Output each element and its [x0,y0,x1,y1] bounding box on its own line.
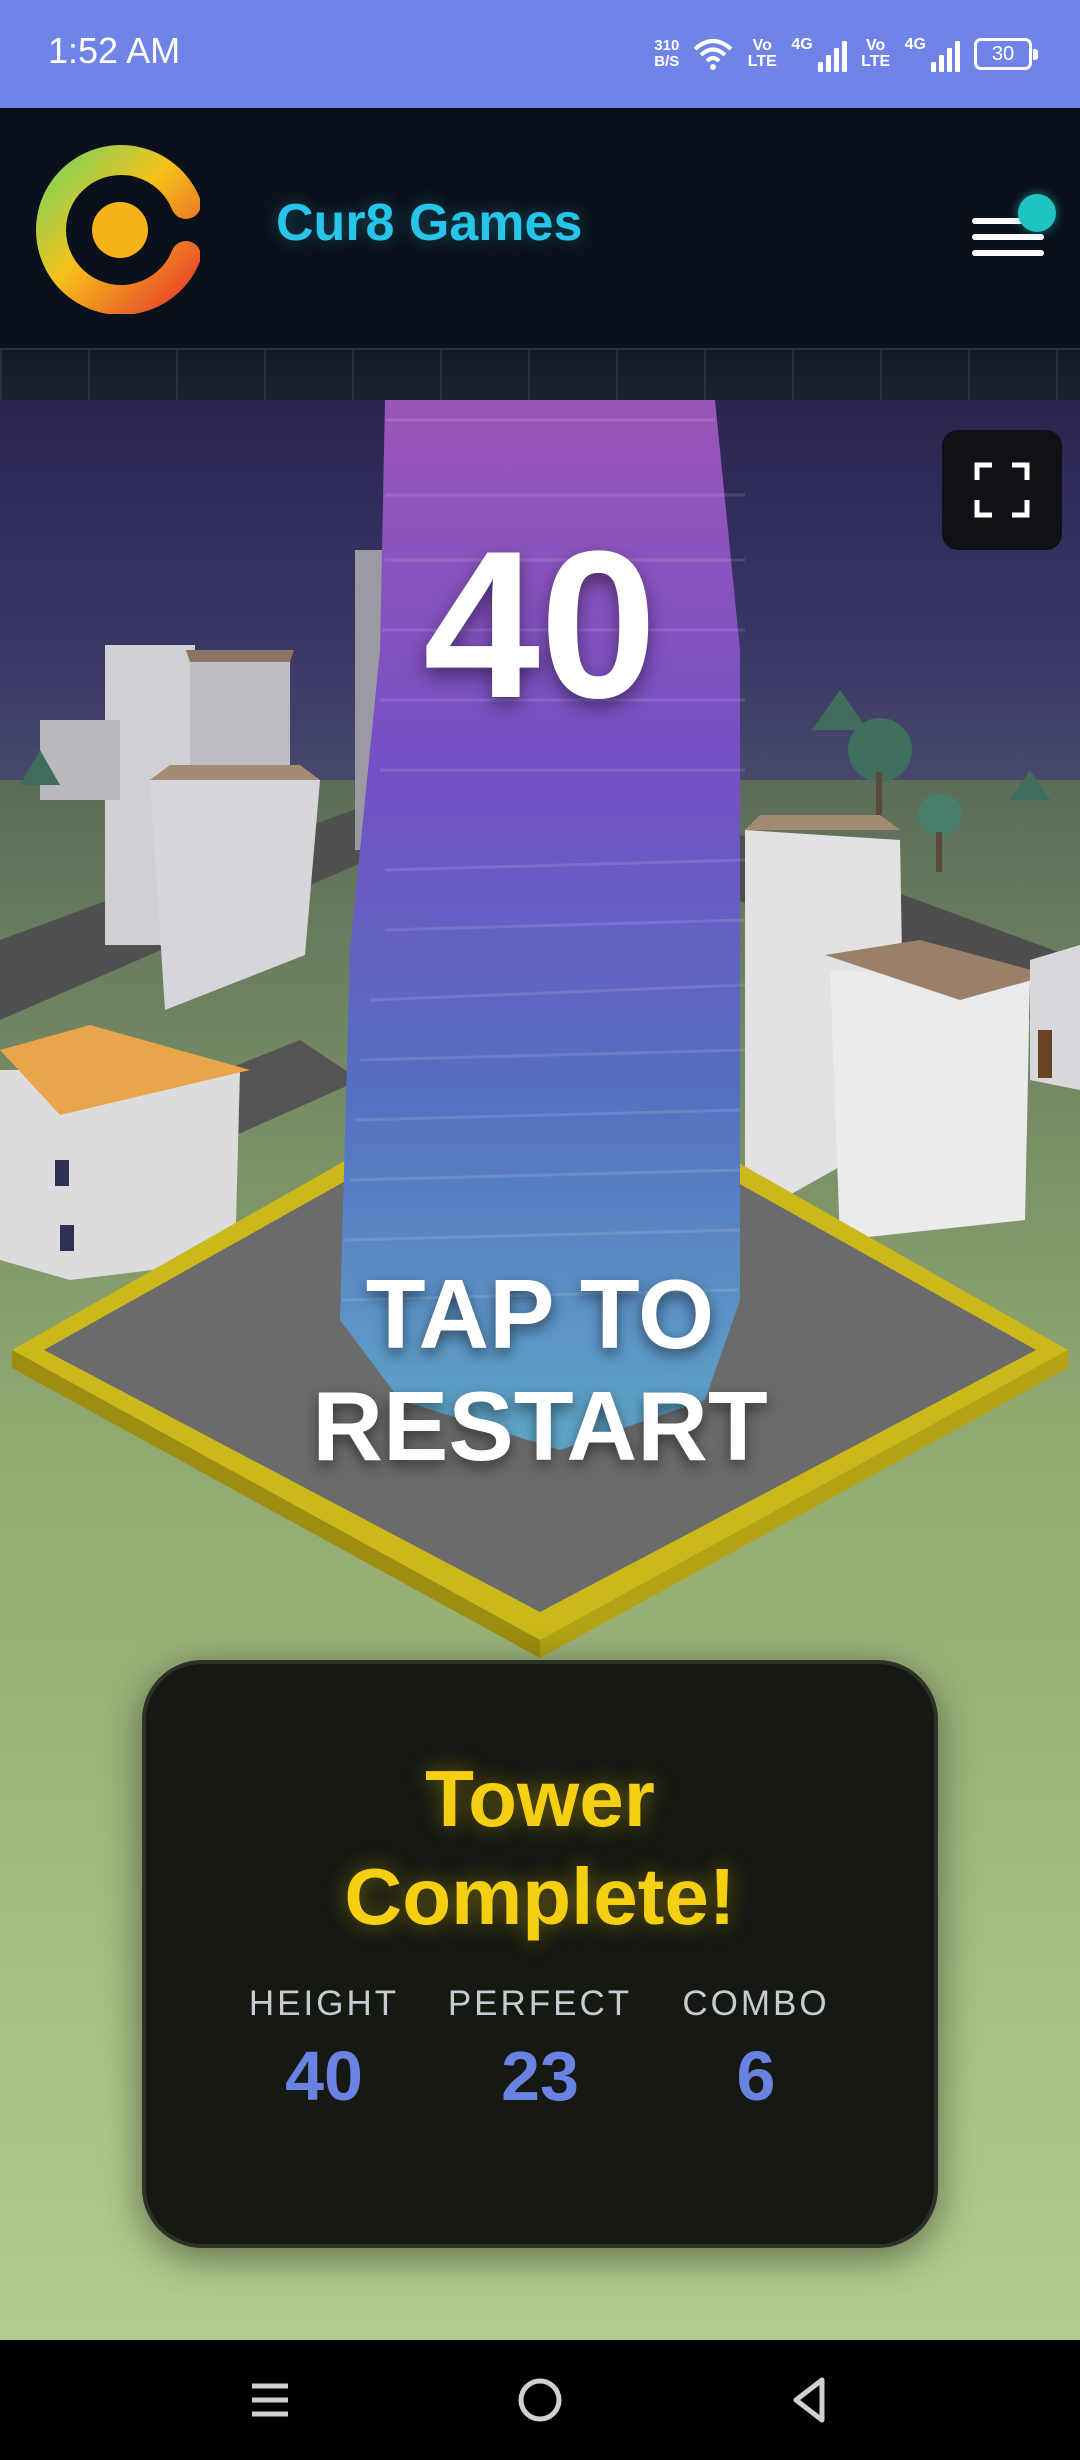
system-nav-bar [0,2340,1080,2460]
tower-complete-card: Tower Complete! HEIGHT 40 PERFECT 23 COM… [142,1660,938,2248]
status-time: 1:52 AM [48,30,181,71]
stats-row: HEIGHT 40 PERFECT 23 COMBO 6 [146,1984,934,2116]
tap-to-restart[interactable]: TAP TO RESTART [0,1258,1080,1482]
system-icons: 310 B/S Vo LTE 4G Vo LTE 4G 30 [654,28,1038,80]
notification-dot [1018,194,1056,232]
battery-icon: 30 [974,38,1038,70]
home-icon[interactable] [508,2368,572,2432]
app-header: Cur8 Games [0,108,1080,350]
cur8-logo-icon[interactable] [36,144,200,314]
brand-title[interactable]: Cur8 Games [276,193,582,253]
signal-icon-1: 4G [791,36,847,72]
stat-combo: COMBO 6 [682,1984,830,2115]
recent-apps-icon[interactable] [238,2368,302,2432]
signal-icon-2: 4G [905,36,960,72]
stat-height: HEIGHT 40 [248,1984,400,2115]
back-icon[interactable] [778,2368,842,2432]
fullscreen-icon [974,462,1030,518]
volte-indicator-2: Vo LTE [861,37,891,70]
card-title: Tower Complete! [344,1754,736,1941]
wifi-icon [693,39,733,70]
stat-perfect: PERFECT 23 [447,1984,633,2115]
current-score: 40 [423,507,657,742]
network-speed: 310 B/S [654,37,680,70]
volte-indicator-1: Vo LTE [747,37,777,70]
header-divider-strip [0,350,1080,400]
hamburger-menu-icon[interactable] [968,194,1058,276]
status-bar: 1:52 AM 310 B/S Vo LTE 4G Vo LTE 4G 30 [0,0,1080,108]
